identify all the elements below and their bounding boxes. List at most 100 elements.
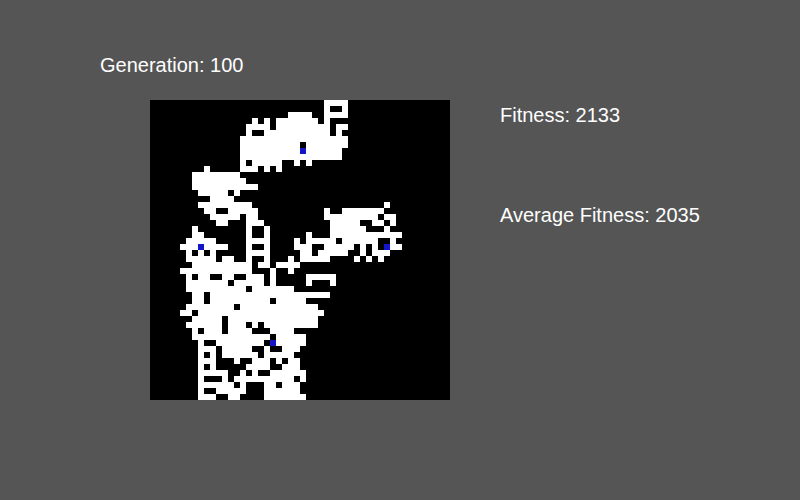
filled-cell: [222, 334, 228, 340]
filled-cell: [318, 238, 324, 244]
filled-cell: [246, 202, 252, 208]
filled-cell: [252, 124, 258, 130]
filled-cell: [204, 316, 210, 322]
filled-cell: [342, 244, 348, 250]
filled-cell: [240, 346, 246, 352]
filled-cell: [288, 388, 294, 394]
filled-cell: [294, 322, 300, 328]
filled-cell: [204, 262, 210, 268]
filled-cell: [192, 316, 198, 322]
filled-cell: [246, 238, 252, 244]
filled-cell: [288, 112, 294, 118]
filled-cell: [342, 214, 348, 220]
filled-cell: [258, 250, 264, 256]
filled-cell: [228, 304, 234, 310]
filled-cell: [210, 268, 216, 274]
filled-cell: [378, 232, 384, 238]
filled-cell: [246, 166, 252, 172]
filled-cell: [204, 202, 210, 208]
filled-cell: [336, 100, 342, 106]
filled-cell: [276, 160, 282, 166]
filled-cell: [246, 310, 252, 316]
filled-cell: [330, 220, 336, 226]
filled-cell: [204, 346, 210, 352]
filled-cell: [384, 250, 390, 256]
filled-cell: [258, 340, 264, 346]
filled-cell: [222, 304, 228, 310]
filled-cell: [192, 262, 198, 268]
filled-cell: [246, 256, 252, 262]
filled-cell: [246, 208, 252, 214]
filled-cell: [294, 244, 300, 250]
filled-cell: [234, 394, 240, 400]
filled-cell: [192, 256, 198, 262]
filled-cell: [264, 148, 270, 154]
filled-cell: [300, 256, 306, 262]
filled-cell: [306, 238, 312, 244]
filled-cell: [288, 136, 294, 142]
filled-cell: [264, 166, 270, 172]
filled-cell: [270, 154, 276, 160]
filled-cell: [372, 238, 378, 244]
filled-cell: [264, 346, 270, 352]
filled-cell: [228, 382, 234, 388]
filled-cell: [306, 292, 312, 298]
filled-cell: [234, 376, 240, 382]
filled-cell: [276, 118, 282, 124]
filled-cell: [228, 184, 234, 190]
filled-cell: [240, 262, 246, 268]
filled-cell: [246, 334, 252, 340]
filled-cell: [276, 130, 282, 136]
filled-cell: [324, 208, 330, 214]
filled-cell: [264, 232, 270, 238]
filled-cell: [354, 220, 360, 226]
filled-cell: [204, 256, 210, 262]
filled-cell: [240, 184, 246, 190]
filled-cell: [240, 142, 246, 148]
filled-cell: [216, 370, 222, 376]
filled-cell: [390, 214, 396, 220]
filled-cell: [282, 286, 288, 292]
filled-cell: [252, 334, 258, 340]
stats-column: Fitness: 2133Average Fitness: 2035: [500, 52, 700, 500]
filled-cell: [306, 244, 312, 250]
filled-cell: [240, 298, 246, 304]
filled-cell: [222, 172, 228, 178]
filled-cell: [222, 268, 228, 274]
filled-cell: [372, 208, 378, 214]
filled-cell: [210, 322, 216, 328]
filled-cell: [204, 244, 210, 250]
filled-cell: [198, 382, 204, 388]
filled-cell: [390, 220, 396, 226]
filled-cell: [222, 280, 228, 286]
filled-cell: [192, 238, 198, 244]
filled-cell: [192, 298, 198, 304]
filled-cell: [210, 310, 216, 316]
filled-cell: [294, 238, 300, 244]
filled-cell: [282, 136, 288, 142]
filled-cell: [198, 394, 204, 400]
filled-cell: [246, 130, 252, 136]
filled-cell: [288, 268, 294, 274]
filled-cell: [186, 280, 192, 286]
filled-cell: [318, 292, 324, 298]
filled-cell: [234, 184, 240, 190]
filled-cell: [192, 178, 198, 184]
filled-cell: [330, 100, 336, 106]
filled-cell: [264, 298, 270, 304]
filled-cell: [204, 190, 210, 196]
filled-cell: [210, 172, 216, 178]
filled-cell: [222, 178, 228, 184]
filled-cell: [270, 322, 276, 328]
filled-cell: [210, 394, 216, 400]
filled-cell: [336, 130, 342, 136]
filled-cell: [270, 274, 276, 280]
filled-cell: [252, 238, 258, 244]
filled-cell: [216, 328, 222, 334]
filled-cell: [324, 142, 330, 148]
filled-cell: [222, 196, 228, 202]
filled-cell: [366, 208, 372, 214]
filled-cell: [270, 268, 276, 274]
filled-cell: [192, 280, 198, 286]
filled-cell: [312, 136, 318, 142]
